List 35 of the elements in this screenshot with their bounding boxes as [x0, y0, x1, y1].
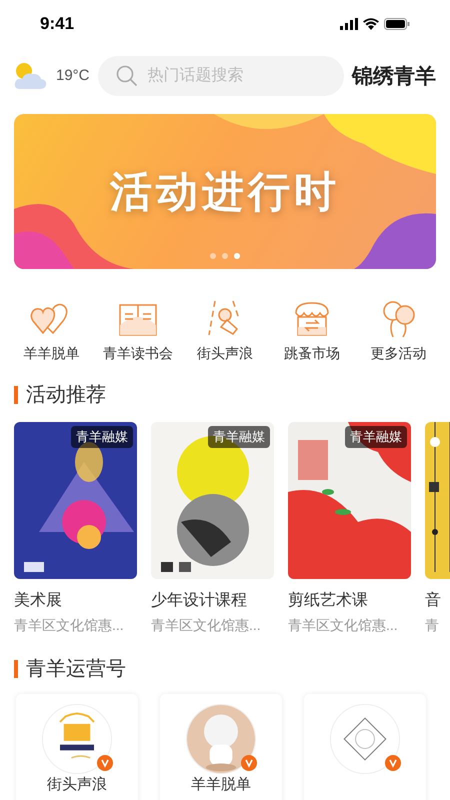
section-title: 青羊运营号 [26, 657, 126, 682]
shortcut-button[interactable]: 街头声浪 [182, 299, 268, 364]
account-card[interactable] [304, 694, 426, 800]
search-field[interactable]: 热门话题搜索 [98, 56, 344, 96]
source-badge: 青羊融媒 [208, 426, 270, 448]
activity-subtitle: 青羊区文化馆惠... [288, 616, 399, 635]
account-name: 街头声浪 [47, 776, 107, 793]
section-marker [14, 660, 18, 678]
shortcut-button[interactable]: 更多活动 [355, 299, 442, 364]
search-icon [116, 65, 138, 87]
account-card[interactable]: 街头声浪 [16, 694, 138, 800]
activity-title: 少年设计课程 [151, 590, 248, 611]
account-card[interactable]: 羊羊脱单 [160, 694, 282, 800]
status-time: 9:41 [40, 13, 74, 36]
wifi-icon [363, 18, 379, 30]
section-title: 活动推荐 [26, 383, 106, 408]
account-name: 羊羊脱单 [191, 776, 251, 793]
brand-logo: 锦绣青羊 [352, 62, 436, 90]
shortcut-button[interactable]: 跳蚤市场 [268, 299, 356, 364]
activity-title: 剪纸艺术课 [288, 590, 369, 611]
section-marker [14, 386, 18, 404]
battery-icon [384, 18, 410, 30]
shortcut-button[interactable]: 羊羊脱单 [8, 299, 95, 364]
activity-subtitle: 青羊区文化馆惠... [151, 616, 262, 635]
source-badge: 青羊融媒 [71, 426, 133, 448]
activity-subtitle: 青 [425, 616, 440, 635]
source-badge: 青羊融媒 [345, 426, 407, 448]
activity-title: 音 [425, 590, 442, 611]
signal-icon [340, 18, 358, 30]
temperature: 19°C [56, 66, 90, 86]
partly-cloudy-icon [14, 61, 48, 91]
banner-title: 活动进行时 [110, 167, 340, 217]
activity-subtitle: 青羊区文化馆惠... [14, 616, 125, 635]
activity-title: 美术展 [14, 590, 63, 611]
shortcut-button[interactable]: 青羊读书会 [94, 299, 182, 364]
